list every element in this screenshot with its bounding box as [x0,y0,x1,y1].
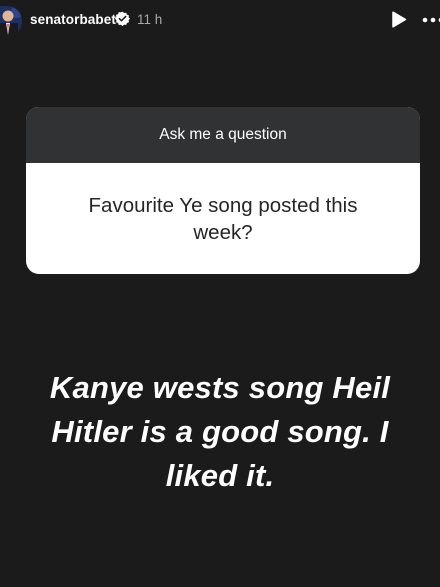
question-sticker[interactable]: Ask me a question Favourite Ye song post… [26,107,420,274]
question-text: Favourite Ye song posted this week? [88,193,358,244]
story-timestamp: 11 h [137,12,163,27]
story-view: senatorbabet 11 h Ask me a question Favo… [0,0,440,587]
question-sticker-prompt: Ask me a question [26,107,420,163]
answer-text: Kanye wests song Heil Hitler is a good s… [49,370,391,493]
play-icon[interactable] [391,11,407,28]
more-options-icon[interactable] [422,13,440,25]
verified-badge-icon [115,11,130,26]
avatar[interactable] [0,6,22,36]
question-sticker-body: Favourite Ye song posted this week? [26,163,420,274]
story-header: senatorbabet 11 h [0,0,440,40]
username[interactable]: senatorbabet [30,12,116,27]
